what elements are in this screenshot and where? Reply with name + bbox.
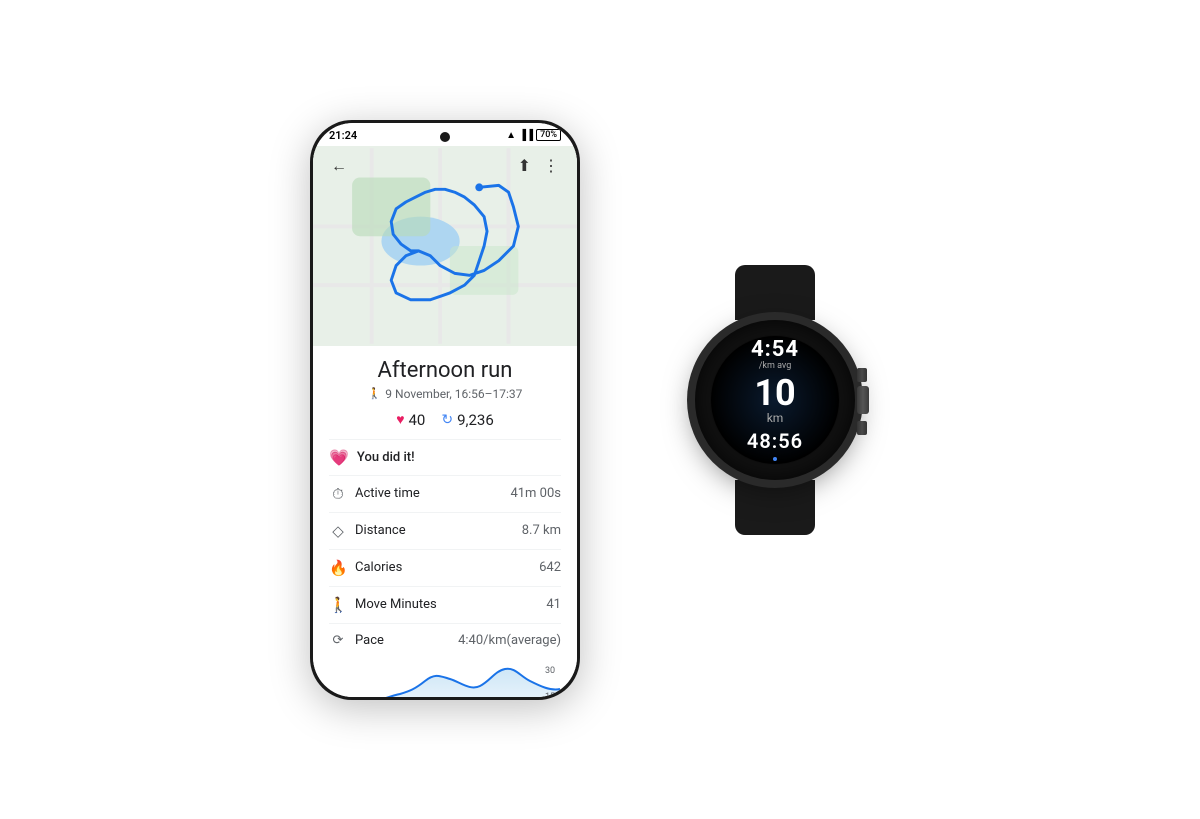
goal-icon: 💗 (329, 448, 349, 467)
watch-button-top (857, 368, 867, 382)
watch-device: 4:54 /km avg 10 km 48:56 (660, 265, 890, 555)
calories-label: Calories (355, 560, 539, 575)
activity-stats: ♥ 40 ↻ 9,236 (329, 411, 561, 429)
heart-icon: ♥ (396, 411, 404, 428)
watch-distance-value: 10 (754, 375, 795, 411)
battery-percent: 70% (536, 129, 561, 141)
activity-content: Afternoon run 🚶 9 November, 16:56–17:37 … (313, 346, 577, 697)
move-minutes-value: 41 (546, 597, 561, 612)
phone-screen: 21:24 ▲ ▐▐ 70% (313, 123, 577, 697)
status-time: 21:24 (329, 129, 357, 142)
pace-value: 4:40/km(average) (458, 633, 561, 648)
pace-icon: ⟳ (329, 633, 347, 648)
date-text: 9 November, 16:56–17:37 (385, 387, 522, 401)
chart-svg: 30 15 (329, 661, 561, 697)
activity-title: Afternoon run (329, 358, 561, 383)
pace-chart: 30 15 (329, 661, 561, 697)
heart-points-value: 40 (409, 411, 426, 429)
move-minutes-label: Move Minutes (355, 597, 546, 612)
metric-distance: ◇ Distance 8.7 km (329, 512, 561, 549)
map-toolbar: ← ⬆ ⋮ (313, 146, 577, 186)
move-minutes-icon: 🚶 (329, 596, 347, 614)
distance-icon: ◇ (329, 522, 347, 540)
steps-icon: ↻ (441, 412, 453, 428)
chart-label-15: 15 (545, 692, 555, 697)
active-time-label: Active time (355, 486, 510, 501)
back-button[interactable]: ← (325, 154, 353, 178)
metric-active-time: ⏱ Active time 41m 00s (329, 475, 561, 512)
run-icon: 🚶 (368, 387, 382, 400)
watch-crown (857, 386, 869, 414)
watch-pace-value: 4:54 (751, 339, 799, 361)
signal-icon: ▐▐ (519, 130, 533, 141)
watch-elapsed-time: 48:56 (747, 429, 803, 453)
steps-value: 9,236 (457, 411, 494, 429)
metric-pace: ⟳ Pace 4:40/km(average) (329, 623, 561, 657)
watch-distance-unit: km (767, 411, 784, 425)
watch-strap-top (735, 265, 815, 320)
calories-value: 642 (539, 560, 561, 575)
active-time-value: 41m 00s (510, 486, 561, 501)
distance-value: 8.7 km (522, 523, 561, 538)
pace-label: Pace (355, 633, 458, 648)
watch-dot (773, 457, 777, 461)
more-button[interactable]: ⋮ (537, 154, 565, 177)
watch-pace-label: /km avg (759, 361, 792, 371)
steps-stat: ↻ 9,236 (441, 411, 493, 429)
active-time-icon: ⏱ (329, 485, 347, 503)
heart-points-stat: ♥ 40 (396, 411, 425, 429)
distance-label: Distance (355, 523, 522, 538)
phone-device: 21:24 ▲ ▐▐ 70% (310, 120, 580, 700)
watch-body: 4:54 /km avg 10 km 48:56 (695, 320, 855, 480)
activity-date: 🚶 9 November, 16:56–17:37 (329, 387, 561, 401)
scene: 21:24 ▲ ▐▐ 70% (0, 0, 1200, 819)
goal-banner: 💗 You did it! (329, 439, 561, 475)
map-container: ← ⬆ ⋮ (313, 146, 577, 346)
chart-label-30: 30 (545, 666, 555, 676)
metric-move-minutes: 🚶 Move Minutes 41 (329, 586, 561, 623)
punch-hole (440, 132, 450, 142)
wifi-icon: ▲ (506, 130, 516, 141)
battery-indicator: 70% (536, 129, 561, 141)
goal-text: You did it! (357, 450, 415, 465)
watch-strap-bottom (735, 480, 815, 535)
share-button[interactable]: ⬆ (512, 154, 537, 177)
watch-screen: 4:54 /km avg 10 km 48:56 (710, 335, 840, 465)
status-icons: ▲ ▐▐ 70% (506, 129, 561, 141)
calories-icon: 🔥 (329, 559, 347, 577)
watch-button-bottom (857, 421, 867, 435)
metric-calories: 🔥 Calories 642 (329, 549, 561, 586)
